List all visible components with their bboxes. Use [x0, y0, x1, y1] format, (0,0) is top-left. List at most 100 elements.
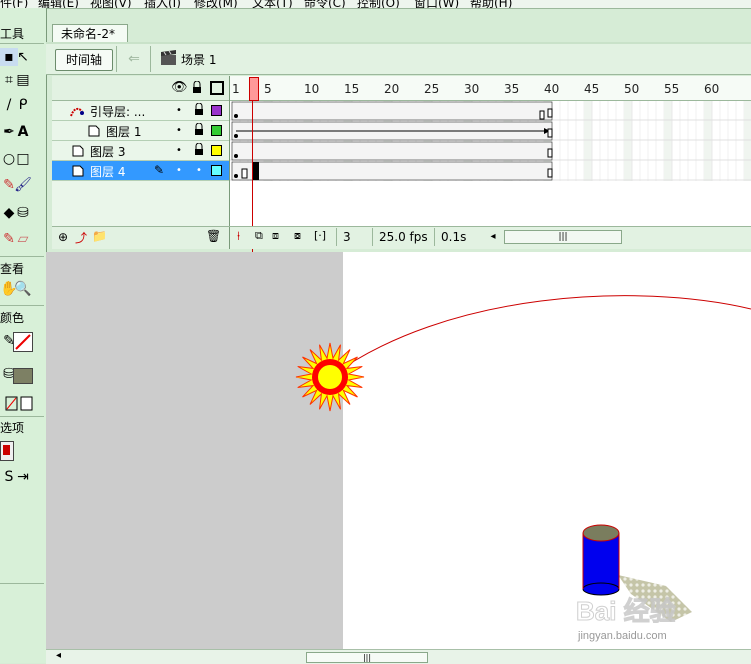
layer-row-guide[interactable]: 引导层: ... •	[52, 101, 229, 121]
center-frame-icon[interactable]: ⍿	[237, 229, 240, 244]
lasso-tool-icon[interactable]: ᑭ	[14, 96, 32, 114]
layer-name: 引导层: ...	[90, 105, 146, 119]
onion-skin-icon[interactable]: ⧉	[255, 229, 263, 243]
frame-rate-field[interactable]: 25.0 fps	[372, 228, 433, 246]
menu-window[interactable]: 窗口(W)	[414, 0, 459, 8]
stage-scroll-thumb[interactable]: |||	[306, 652, 428, 663]
lock-all-icon[interactable]	[192, 80, 201, 93]
add-guide-layer-icon[interactable]: ⤴	[75, 229, 87, 246]
layer-row-3[interactable]: 图层 3 •	[52, 141, 229, 161]
toolbox: 工具 ▪ ↖ ⌗ ▤ / ᑭ ✒ A ○ □ ✎ 🖌 ◆ ⛁ ✎ ▱ 查看 ✋ …	[0, 8, 47, 663]
onion-outline-icon[interactable]: ⧈	[272, 229, 279, 243]
color-section-label: 颜色	[0, 311, 25, 325]
menu-commands[interactable]: 命令(C)	[304, 0, 346, 8]
eraser-icon[interactable]: ▱	[14, 230, 32, 248]
playhead-marker[interactable]	[249, 77, 259, 101]
zoom-tool-icon[interactable]: 🔍	[14, 280, 32, 298]
back-arrow-icon[interactable]: ⇐	[123, 49, 145, 69]
ruler-label: 55	[664, 82, 680, 96]
menu-modify[interactable]: 修改(M)	[194, 0, 238, 8]
outline-all-icon[interactable]	[210, 81, 224, 95]
ruler-label: 25	[424, 82, 440, 96]
insert-layer-icon[interactable]: ⊕	[58, 230, 68, 244]
ruler-label: 15	[344, 82, 360, 96]
delete-layer-icon[interactable]: 🗑	[206, 229, 221, 243]
straighten-icon[interactable]: ⇥	[14, 468, 32, 486]
watermark-url: jingyan.baidu.com	[577, 630, 667, 642]
visibility-dot[interactable]: •	[176, 165, 182, 176]
fill-color-swatch[interactable]	[13, 368, 33, 384]
stage-artwork: Bai 经验 jingyan.baidu.com	[295, 295, 751, 642]
fill-transform-icon[interactable]: ▤	[14, 71, 32, 89]
options-section-label: 选项	[0, 421, 25, 435]
rectangle-tool-icon[interactable]: □	[14, 150, 32, 168]
modify-markers-icon[interactable]: [·]	[314, 229, 326, 242]
menu-view[interactable]: 视图(V)	[90, 0, 132, 8]
layer-row-1[interactable]: 图层 1 •	[52, 121, 229, 141]
brush-tool-icon[interactable]: 🖌	[14, 176, 32, 194]
document-tab[interactable]: 未命名-2*	[52, 24, 128, 43]
eye-icon[interactable]: 👁	[171, 80, 188, 95]
menu-help[interactable]: 帮助(H)	[470, 0, 512, 8]
scene-label[interactable]: 场景 1	[181, 51, 216, 68]
layer-header: 👁	[52, 76, 229, 101]
layer-name: 图层 1	[106, 125, 142, 139]
layer-color-swatch[interactable]	[211, 145, 222, 156]
ruler-label: 5	[264, 82, 272, 96]
ruler-label: 60	[704, 82, 720, 96]
scene-clapper-icon	[160, 50, 178, 66]
layer-page-icon	[72, 145, 84, 157]
ruler-label: 30	[464, 82, 480, 96]
sun-icon	[295, 342, 365, 412]
timeline-scroll-thumb[interactable]: |||	[504, 230, 622, 244]
lock-icon[interactable]	[194, 102, 203, 115]
edit-multiple-icon[interactable]: ⧇	[294, 229, 301, 243]
ruler-label: 50	[624, 82, 640, 96]
motion-guide-path	[329, 295, 751, 378]
scroll-left-icon[interactable]: ◂	[486, 230, 500, 244]
frame-ruler[interactable]: 1 5 10 15 20 25 30 35 40 45 50 55 60	[230, 76, 751, 101]
insert-folder-icon[interactable]: 📁	[92, 229, 107, 243]
scroll-left-arrow-icon[interactable]: ◂	[56, 650, 61, 661]
snap-magnet-icon[interactable]	[0, 441, 14, 461]
ruler-label: 20	[384, 82, 400, 96]
current-frame-field: 3	[336, 228, 373, 246]
ruler-label: 45	[584, 82, 600, 96]
ruler-label: 10	[304, 82, 320, 96]
timeline-toggle-button[interactable]: 时间轴	[55, 49, 113, 71]
view-section-label: 查看	[0, 262, 25, 276]
layer-page-icon	[88, 125, 100, 137]
ruler-label: 1	[232, 82, 240, 96]
layer-color-swatch[interactable]	[211, 125, 222, 136]
elapsed-time-field: 0.1s	[434, 228, 479, 246]
watermark-logo: Bai 经验	[576, 596, 676, 626]
paint-bucket-icon[interactable]: ⛁	[14, 204, 32, 222]
guide-layer-icon	[70, 105, 84, 117]
subselect-tool-icon[interactable]: ↖	[14, 48, 32, 66]
layer-page-icon	[72, 165, 84, 177]
ruler-label: 40	[544, 82, 560, 96]
lock-icon[interactable]	[194, 142, 203, 155]
visibility-dot[interactable]: •	[176, 145, 182, 156]
menu-text[interactable]: 文本(T)	[252, 0, 293, 8]
stage-horizontal-scrollbar[interactable]: ◂ |||	[46, 649, 751, 664]
layer-row-4-selected[interactable]: 图层 4 ✎ • •	[52, 161, 229, 181]
layer-color-swatch[interactable]	[211, 105, 222, 116]
color-swap-buttons[interactable]	[0, 396, 44, 412]
document-tab-title: 未命名-2*	[61, 27, 115, 41]
pencil-edit-icon: ✎	[154, 163, 165, 177]
lock-icon[interactable]	[194, 122, 203, 135]
stroke-color-swatch[interactable]	[13, 332, 33, 352]
text-tool-icon[interactable]: A	[14, 123, 32, 141]
visibility-dot[interactable]: •	[176, 125, 182, 136]
timeline-header	[46, 44, 751, 75]
ruler-label: 35	[504, 82, 520, 96]
layer-name: 图层 4	[90, 165, 126, 179]
menu-control[interactable]: 控制(O)	[357, 0, 400, 8]
menu-bar: 件(F) 编辑(E) 视图(V) 插入(I) 修改(M) 文本(T) 命令(C)…	[0, 0, 751, 9]
menu-insert[interactable]: 插入(I)	[144, 0, 181, 8]
lock-dot[interactable]: •	[196, 165, 202, 176]
visibility-dot[interactable]: •	[176, 105, 182, 116]
layer-name: 图层 3	[90, 145, 126, 159]
layer-color-swatch[interactable]	[211, 165, 222, 176]
